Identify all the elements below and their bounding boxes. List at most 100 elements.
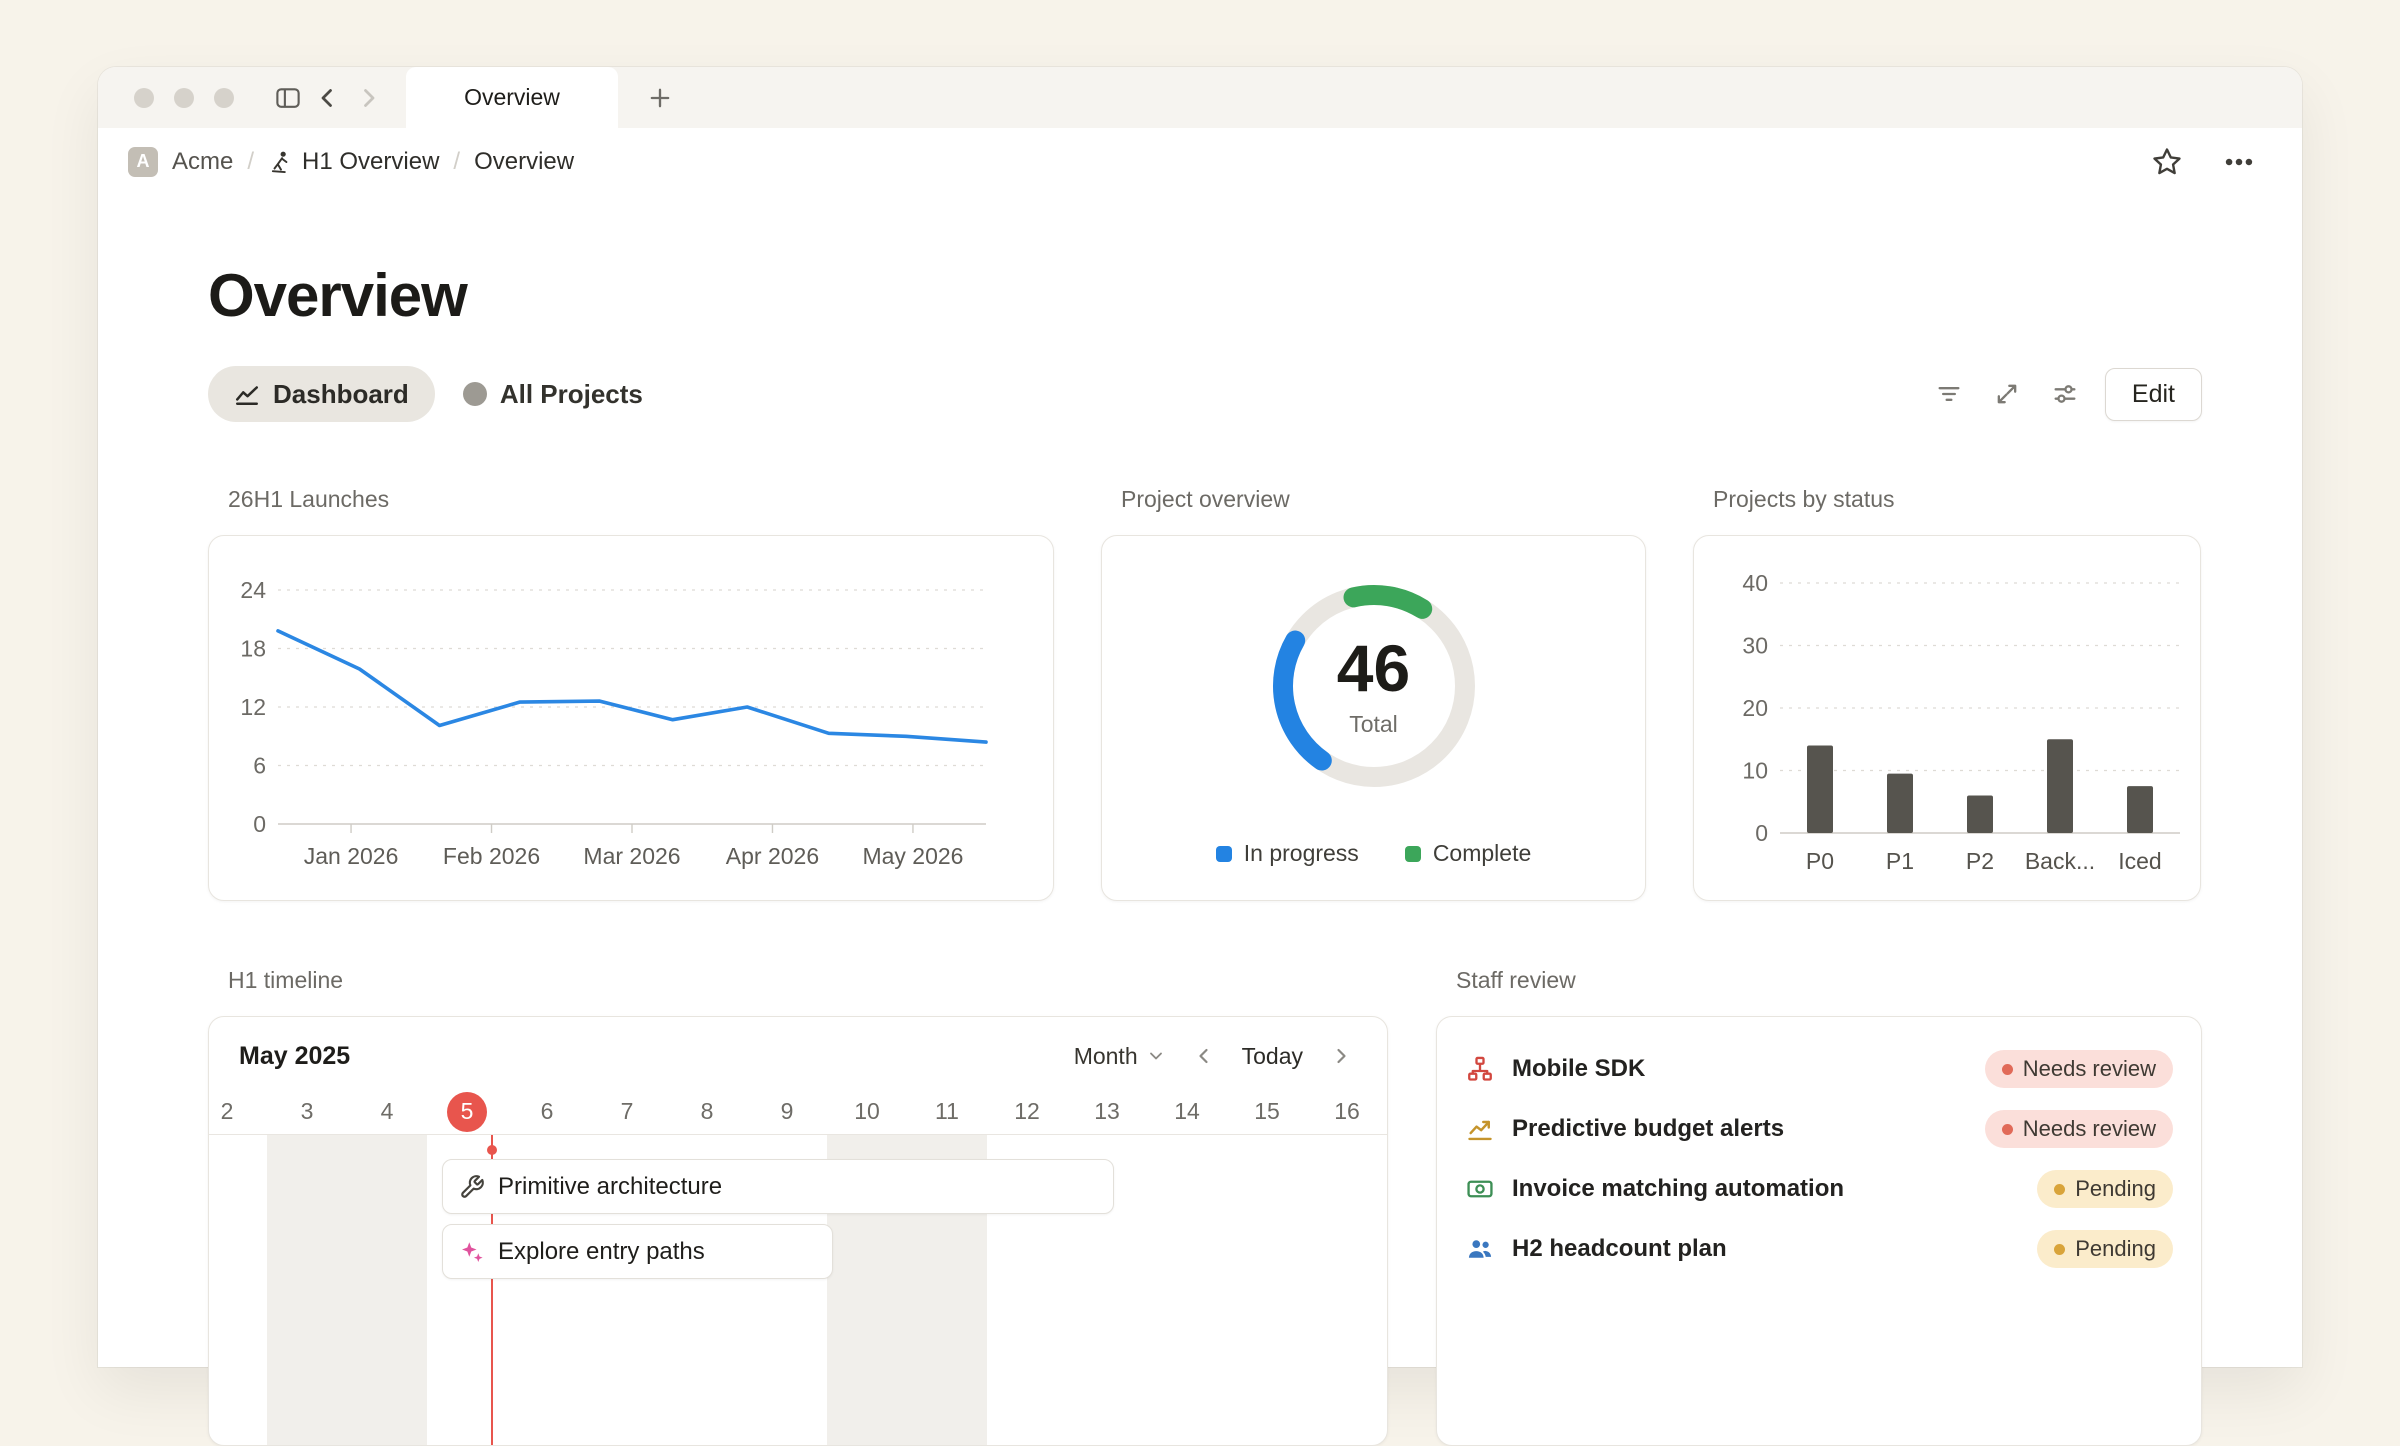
traffic-light-close[interactable] (134, 88, 154, 108)
legend-item: In progress (1216, 840, 1359, 867)
breadcrumb: A Acme / H1 Overview / Overview (128, 147, 2150, 177)
legend-swatch (1216, 846, 1232, 862)
workspace-avatar[interactable]: A (128, 147, 158, 177)
svg-text:P1: P1 (1886, 848, 1914, 874)
timeline-prev-icon[interactable] (1192, 1044, 1216, 1068)
timeline-weekend-shade (267, 1135, 347, 1446)
staff-item-title: Mobile SDK (1512, 1055, 1985, 1083)
staff-review-card: Mobile SDKNeeds reviewPredictive budget … (1436, 1016, 2202, 1446)
favorite-star-icon[interactable] (2150, 145, 2184, 179)
timeline-day: 10 (827, 1089, 907, 1134)
traffic-light-minimize[interactable] (174, 88, 194, 108)
svg-text:0: 0 (253, 811, 266, 837)
timeline-day: 16 (1307, 1089, 1387, 1134)
tab-all-projects[interactable]: All Projects (463, 379, 643, 410)
staff-review-row[interactable]: Mobile SDKNeeds review (1465, 1039, 2173, 1099)
breadcrumb-current[interactable]: Overview (474, 148, 574, 176)
breadcrumb-bar: A Acme / H1 Overview / Overview (98, 128, 2302, 195)
svg-text:Jan 2026: Jan 2026 (304, 843, 399, 869)
svg-text:30: 30 (1742, 633, 1768, 659)
view-option-icons (1935, 380, 2079, 408)
timeline-today-badge: 5 (447, 1092, 487, 1132)
svg-text:10: 10 (1742, 758, 1768, 784)
status-badge[interactable]: Pending (2037, 1230, 2173, 1268)
svg-text:0: 0 (1755, 820, 1768, 846)
legend-label: Complete (1433, 840, 1531, 867)
expand-icon[interactable] (1993, 380, 2021, 408)
svg-text:Mar 2026: Mar 2026 (583, 843, 680, 869)
timeline-today-button[interactable]: Today (1242, 1043, 1303, 1070)
svg-text:40: 40 (1742, 570, 1768, 596)
status-badge[interactable]: Pending (2037, 1170, 2173, 1208)
status-dot (2054, 1184, 2065, 1195)
svg-text:12: 12 (240, 694, 266, 720)
svg-text:Feb 2026: Feb 2026 (443, 843, 540, 869)
timeline-item[interactable]: Primitive architecture (442, 1159, 1114, 1214)
tab-overview[interactable]: Overview (406, 67, 618, 128)
donut-legend: In progress Complete (1216, 840, 1532, 867)
timeline-day: 2 (208, 1089, 267, 1134)
tab-all-projects-label: All Projects (500, 379, 643, 410)
staff-item-title: H2 headcount plan (1512, 1235, 2037, 1263)
filter-icon[interactable] (1935, 380, 1963, 408)
breadcrumb-workspace[interactable]: Acme (172, 148, 233, 176)
staff-review-row[interactable]: H2 headcount plan Pending (1465, 1219, 2173, 1279)
timeline-view-mode-select[interactable]: Month (1074, 1043, 1166, 1070)
forward-icon[interactable] (348, 78, 388, 118)
timeline-day-row: 2345678910111213141516 (208, 1089, 1387, 1135)
staff-review-row[interactable]: Invoice matching automationPending (1465, 1159, 2173, 1219)
timeline-day: 14 (1147, 1089, 1227, 1134)
timeline-controls: Month Today (1074, 1043, 1353, 1070)
launches-card-label: 26H1 Launches (228, 486, 1054, 513)
status-dot (2002, 1124, 2013, 1135)
project-overview-card-label: Project overview (1121, 486, 1646, 513)
back-icon[interactable] (308, 78, 348, 118)
timeline-item-title: Primitive architecture (498, 1173, 722, 1201)
staff-review-row[interactable]: Predictive budget alertsNeeds review (1465, 1099, 2173, 1159)
new-tab-wrap (640, 67, 680, 128)
staff-card-label: Staff review (1456, 967, 2202, 994)
timeline-day: 12 (987, 1089, 1067, 1134)
timeline-today-dot (487, 1145, 497, 1155)
svg-text:20: 20 (1742, 695, 1768, 721)
svg-text:18: 18 (240, 636, 266, 662)
trend-chart-icon (1465, 1114, 1495, 1144)
page-content: Overview Dashboard All Projects (98, 261, 2302, 1446)
all-projects-dot-icon (463, 382, 487, 406)
sidebar-toggle-icon[interactable] (268, 78, 308, 118)
svg-text:Apr 2026: Apr 2026 (726, 843, 819, 869)
sparkles-icon (459, 1239, 485, 1265)
timeline-item[interactable]: Explore entry paths (442, 1224, 833, 1279)
breadcrumb-separator: / (453, 148, 460, 176)
tab-dashboard[interactable]: Dashboard (208, 366, 435, 422)
status-badge[interactable]: Needs review (1985, 1110, 2173, 1148)
edit-button[interactable]: Edit (2105, 368, 2202, 421)
by-status-card-label: Projects by status (1713, 486, 2201, 513)
status-bar-chart: 010203040P0P1P2Back...Iced (1708, 566, 2188, 878)
traffic-light-zoom[interactable] (214, 88, 234, 108)
view-controls-row: Dashboard All Projects Edit (208, 366, 2202, 422)
timeline-day: 15 (1227, 1089, 1307, 1134)
svg-text:Iced: Iced (2118, 848, 2161, 874)
svg-text:P2: P2 (1966, 848, 1994, 874)
legend-label: In progress (1244, 840, 1359, 867)
breadcrumb-parent-label: H1 Overview (302, 148, 439, 176)
timeline-month-title: May 2025 (239, 1042, 350, 1071)
svg-text:P0: P0 (1806, 848, 1834, 874)
svg-text:24: 24 (240, 577, 266, 603)
timeline-day: 8 (667, 1089, 747, 1134)
status-dot (2054, 1244, 2065, 1255)
chrome-left (98, 67, 388, 128)
page-title: Overview (208, 261, 2202, 330)
timeline-next-icon[interactable] (1329, 1044, 1353, 1068)
timeline-day: 7 (587, 1089, 667, 1134)
settings-sliders-icon[interactable] (2051, 380, 2079, 408)
new-tab-plus-icon[interactable] (640, 78, 680, 118)
more-ellipsis-icon[interactable] (2222, 145, 2256, 179)
invoice-icon (1465, 1174, 1495, 1204)
status-label: Needs review (2023, 1116, 2156, 1142)
breadcrumb-parent[interactable]: H1 Overview (268, 148, 439, 176)
timeline-view-mode-label: Month (1074, 1043, 1138, 1070)
status-label: Pending (2075, 1236, 2156, 1262)
status-badge[interactable]: Needs review (1985, 1050, 2173, 1088)
